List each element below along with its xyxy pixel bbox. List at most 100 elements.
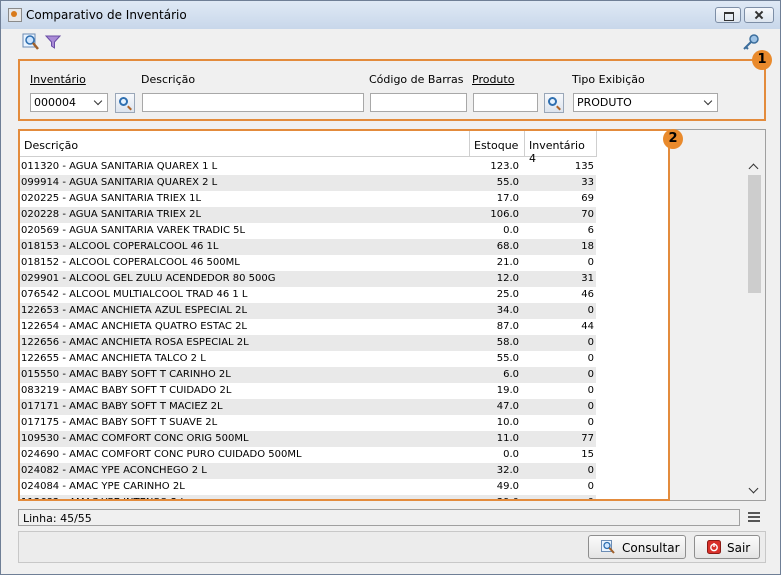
badge-two: 2 <box>663 129 683 149</box>
table-row[interactable]: 122653 - AMAC ANCHIETA AZUL ESPECIAL 2L 3… <box>20 303 596 319</box>
table-row[interactable]: 015550 - AMAC BABY SOFT T CARINHO 2L 6.0 0 <box>20 367 596 383</box>
cell-inventario: 0 <box>587 353 594 364</box>
consultar-button[interactable]: Consultar <box>588 535 686 559</box>
sair-button[interactable]: Sair <box>694 535 760 559</box>
table-row[interactable]: 024690 - AMAC COMFORT CONC PURO CUIDADO … <box>20 447 596 463</box>
inventario-lookup-button[interactable] <box>115 93 135 113</box>
table-row[interactable]: 024082 - AMAC YPE ACONCHEGO 2 L 32.0 0 <box>20 463 596 479</box>
cell-descricao: 113683 - AMAC YPE INTENSO 2 L <box>21 497 186 499</box>
cell-estoque: 17.0 <box>496 193 519 204</box>
scroll-up-icon[interactable] <box>748 163 759 174</box>
vertical-scrollbar[interactable] <box>746 157 764 497</box>
cell-estoque: 25.0 <box>496 289 519 300</box>
table-row[interactable]: 099914 - AGUA SANITARIA QUAREX 2 L 55.0 33 <box>20 175 596 191</box>
menu-icon[interactable] <box>748 512 760 522</box>
java-app-icon <box>8 8 22 22</box>
table-row[interactable]: 113683 - AMAC YPE INTENSO 2 L 39.0 0 <box>20 495 596 499</box>
cell-estoque: 19.0 <box>496 385 519 396</box>
cell-inventario: 70 <box>581 209 594 220</box>
table-row[interactable]: 109530 - AMAC COMFORT CONC ORIG 500ML 11.… <box>20 431 596 447</box>
table-row[interactable]: 020228 - AGUA SANITARIA TRIEX 2L 106.0 70 <box>20 207 596 223</box>
table-row[interactable]: 020225 - AGUA SANITARIA TRIEX 1L 17.0 69 <box>20 191 596 207</box>
produto-label[interactable]: Produto <box>472 73 514 86</box>
cell-estoque: 21.0 <box>496 257 519 268</box>
cell-descricao: 018152 - ALCOOL COPERALCOOL 46 500ML <box>21 257 240 268</box>
cell-inventario: 135 <box>574 161 594 172</box>
cell-descricao: 109530 - AMAC COMFORT CONC ORIG 500ML <box>21 433 249 444</box>
table-row[interactable]: 011320 - AGUA SANITARIA QUAREX 1 L 123.0 1… <box>20 159 596 175</box>
table-row[interactable]: 122655 - AMAC ANCHIETA TALCO 2 L 55.0 0 <box>20 351 596 367</box>
column-header-descricao[interactable]: Descrição <box>20 131 470 157</box>
table-row[interactable]: 083219 - AMAC BABY SOFT T CUIDADO 2L 19.0… <box>20 383 596 399</box>
cell-inventario: 0 <box>587 337 594 348</box>
cell-estoque: 12.0 <box>496 273 519 284</box>
cell-descricao: 024082 - AMAC YPE ACONCHEGO 2 L <box>21 465 207 476</box>
cell-descricao: 076542 - ALCOOL MULTIALCOOL TRAD 46 1 L <box>21 289 248 300</box>
cell-estoque: 55.0 <box>496 353 519 364</box>
inventario-label[interactable]: Inventário <box>30 73 86 86</box>
key-icon[interactable] <box>742 33 760 51</box>
close-button[interactable] <box>744 7 774 23</box>
cell-descricao: 020225 - AGUA SANITARIA TRIEX 1L <box>21 193 202 204</box>
exit-icon <box>707 540 721 554</box>
table-row[interactable]: 018152 - ALCOOL COPERALCOOL 46 500ML 21.0… <box>20 255 596 271</box>
table-row[interactable]: 024084 - AMAC YPE CARINHO 2L 49.0 0 <box>20 479 596 495</box>
filter-icon[interactable] <box>44 33 62 51</box>
cell-descricao: 122656 - AMAC ANCHIETA ROSA ESPECIAL 2L <box>21 337 249 348</box>
table-row[interactable]: 017171 - AMAC BABY SOFT T MACIEZ 2L 47.0 0 <box>20 399 596 415</box>
cell-descricao: 122655 - AMAC ANCHIETA TALCO 2 L <box>21 353 206 364</box>
cell-inventario: 0 <box>587 305 594 316</box>
search-icon <box>119 97 128 106</box>
cell-descricao: 017175 - AMAC BABY SOFT T SUAVE 2L <box>21 417 218 428</box>
cell-inventario: 0 <box>525 497 594 499</box>
table-row[interactable]: 076542 - ALCOOL MULTIALCOOL TRAD 46 1 L 2… <box>20 287 596 303</box>
main-window: Comparativo de Inventário Inventário 000… <box>0 0 781 575</box>
inventory-grid: Descrição Estoque Inventário 4 011320 - … <box>18 129 670 501</box>
status-bar: Linha: 45/55 <box>18 509 740 526</box>
produto-lookup-button[interactable] <box>544 93 564 113</box>
search-icon <box>548 97 557 106</box>
table-row[interactable]: 018153 - ALCOOL COPERALCOOL 46 1L 68.0 18 <box>20 239 596 255</box>
cell-inventario: 0 <box>587 481 594 492</box>
cell-inventario: 31 <box>581 273 594 284</box>
table-row[interactable]: 020569 - AGUA SANITARIA VAREK TRADIC 5L 0… <box>20 223 596 239</box>
cell-estoque: 123.0 <box>490 161 519 172</box>
produto-input[interactable] <box>473 93 538 112</box>
table-row[interactable]: 029901 - ALCOOL GEL ZULU ACENDEDOR 80 50… <box>20 271 596 287</box>
cell-estoque: 10.0 <box>496 417 519 428</box>
inventario-value: 000004 <box>34 96 76 109</box>
restore-button[interactable] <box>715 7 741 23</box>
cell-inventario: 0 <box>587 257 594 268</box>
badge-one: 1 <box>752 50 772 70</box>
descricao-label: Descrição <box>141 73 196 86</box>
scroll-thumb[interactable] <box>748 175 761 293</box>
cell-estoque: 6.0 <box>503 369 519 380</box>
filter-panel: Inventário 000004 Descrição Código de Ba… <box>18 59 766 121</box>
cell-estoque: 39.0 <box>470 497 519 499</box>
search-icon[interactable] <box>22 33 40 51</box>
column-header-estoque[interactable]: Estoque <box>470 131 525 157</box>
cell-estoque: 32.0 <box>496 465 519 476</box>
descricao-input[interactable] <box>142 93 364 112</box>
cell-estoque: 0.0 <box>503 449 519 460</box>
tipo-exibicao-select[interactable]: PRODUTO <box>573 93 718 112</box>
cell-descricao: 020228 - AGUA SANITARIA TRIEX 2L <box>21 209 202 220</box>
search-icon <box>601 540 615 554</box>
cell-estoque: 11.0 <box>496 433 519 444</box>
cell-estoque: 106.0 <box>490 209 519 220</box>
column-header-inventario[interactable]: Inventário 4 <box>525 131 597 165</box>
cell-inventario: 69 <box>581 193 594 204</box>
cell-inventario: 0 <box>587 401 594 412</box>
tipo-exibicao-label: Tipo Exibição <box>572 73 645 86</box>
table-row[interactable]: 122654 - AMAC ANCHIETA QUATRO ESTAC 2L 87… <box>20 319 596 335</box>
table-row[interactable]: 122656 - AMAC ANCHIETA ROSA ESPECIAL 2L 5… <box>20 335 596 351</box>
scroll-down-icon[interactable] <box>748 483 759 494</box>
cell-estoque: 68.0 <box>496 241 519 252</box>
table-row[interactable]: 017175 - AMAC BABY SOFT T SUAVE 2L 10.0 0 <box>20 415 596 431</box>
cell-inventario: 18 <box>581 241 594 252</box>
codigo-barras-input[interactable] <box>370 93 467 112</box>
cell-inventario: 15 <box>581 449 594 460</box>
inventario-select[interactable]: 000004 <box>30 93 108 112</box>
cell-estoque: 49.0 <box>496 481 519 492</box>
cell-descricao: 029901 - ALCOOL GEL ZULU ACENDEDOR 80 50… <box>21 273 276 284</box>
